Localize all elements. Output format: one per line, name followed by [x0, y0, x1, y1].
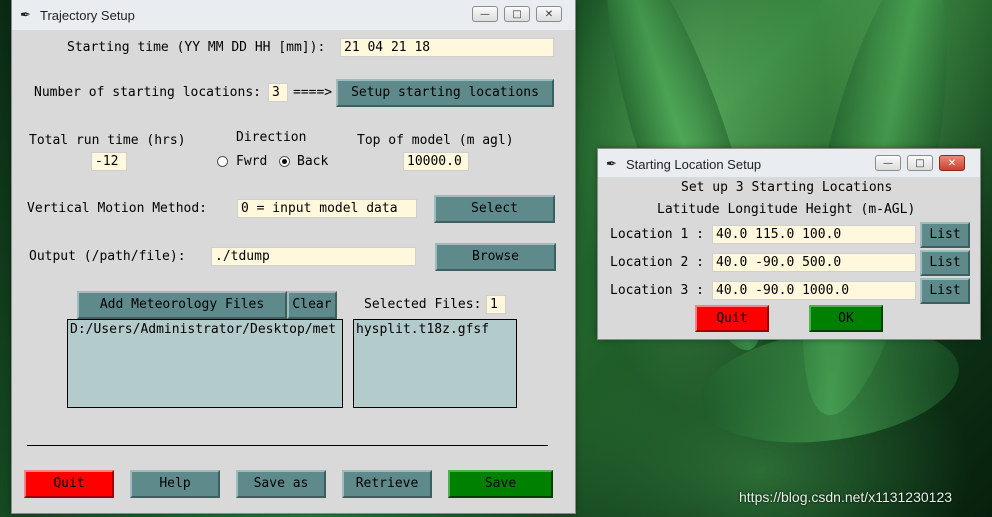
- window-title: Trajectory Setup: [40, 8, 135, 23]
- separator-line: [27, 445, 548, 446]
- location-ok-button[interactable]: OK: [809, 305, 883, 332]
- trajectory-setup-window: ✒ Trajectory Setup — □ ✕ Starting time (…: [12, 0, 575, 513]
- add-meteorology-button[interactable]: Add Meteorology Files: [77, 291, 287, 319]
- num-locations-input[interactable]: 3: [268, 83, 288, 102]
- location-2-label: Location 2 :: [610, 255, 704, 270]
- retrieve-button[interactable]: Retrieve: [342, 470, 432, 498]
- maximize-button[interactable]: □: [504, 6, 530, 22]
- selected-files-label: Selected Files:: [364, 297, 482, 312]
- list-item[interactable]: hysplit.t18z.gfsf: [356, 322, 516, 337]
- select-button[interactable]: Select: [434, 195, 555, 223]
- location-quit-button[interactable]: Quit: [695, 305, 769, 332]
- title-bar[interactable]: ✒ Trajectory Setup — □ ✕: [12, 0, 575, 30]
- feather-icon: ✒: [606, 157, 617, 172]
- location-1-label: Location 1 :: [610, 227, 704, 242]
- start-time-label: Starting time (YY MM DD HH [mm]):: [67, 40, 326, 55]
- columns-header: Latitude Longitude Height (m-AGL): [657, 202, 916, 217]
- quit-button[interactable]: Quit: [24, 470, 114, 498]
- clear-button[interactable]: Clear: [287, 291, 337, 319]
- close-button[interactable]: ✕: [536, 6, 562, 22]
- location-2-input[interactable]: 40.0 -90.0 500.0: [712, 253, 916, 272]
- location-3-label: Location 3 :: [610, 283, 704, 298]
- output-input[interactable]: ./tdump: [211, 247, 416, 266]
- top-model-input[interactable]: 10000.0: [403, 152, 469, 171]
- direction-label: Direction: [236, 130, 307, 145]
- run-time-label: Total run time (hrs): [29, 133, 186, 148]
- start-time-input[interactable]: 21 04 21 18: [340, 38, 554, 57]
- met-directory-listbox[interactable]: D:/Users/Administrator/Desktop/met: [67, 319, 343, 408]
- save-as-button[interactable]: Save as: [236, 470, 326, 498]
- list-item[interactable]: D:/Users/Administrator/Desktop/met: [70, 322, 342, 337]
- setup-locations-button[interactable]: Setup starting locations: [336, 79, 554, 107]
- location-3-input[interactable]: 40.0 -90.0 1000.0: [712, 281, 916, 300]
- back-radio[interactable]: [279, 156, 290, 167]
- back-label: Back: [297, 154, 329, 169]
- location-1-input[interactable]: 40.0 115.0 100.0: [712, 225, 916, 244]
- minimize-button[interactable]: —: [472, 6, 498, 22]
- locations-header: Set up 3 Starting Locations: [681, 180, 893, 195]
- title-bar[interactable]: ✒ Starting Location Setup — □ ✕: [598, 149, 980, 177]
- selected-files-count[interactable]: 1: [486, 295, 506, 314]
- location-1-list-button[interactable]: List: [920, 222, 970, 248]
- maximize-button[interactable]: □: [907, 155, 933, 171]
- starting-location-window: ✒ Starting Location Setup — □ ✕ Set up 3…: [598, 149, 980, 339]
- minimize-button[interactable]: —: [875, 155, 901, 171]
- watermark-text: https://blog.csdn.net/x1131230123: [739, 489, 953, 505]
- vertical-motion-label: Vertical Motion Method:: [27, 201, 208, 216]
- save-button[interactable]: Save: [448, 470, 553, 498]
- met-files-listbox[interactable]: hysplit.t18z.gfsf: [353, 319, 517, 408]
- num-locations-label: Number of starting locations:: [34, 85, 261, 100]
- browse-button[interactable]: Browse: [435, 243, 556, 271]
- vertical-motion-input[interactable]: 0 = input model data: [237, 199, 417, 218]
- location-2-list-button[interactable]: List: [920, 250, 970, 276]
- location-3-list-button[interactable]: List: [920, 278, 970, 304]
- close-button[interactable]: ✕: [939, 155, 965, 171]
- forward-label: Fwrd: [236, 154, 268, 169]
- run-time-input[interactable]: -12: [91, 152, 127, 171]
- output-label: Output (/path/file):: [29, 249, 186, 264]
- top-model-label: Top of model (m agl): [357, 133, 514, 148]
- help-button[interactable]: Help: [130, 470, 220, 498]
- forward-radio[interactable]: [217, 156, 228, 167]
- window-title: Starting Location Setup: [626, 157, 762, 172]
- arrow-label: ====>: [293, 85, 333, 100]
- feather-icon: ✒: [20, 8, 31, 23]
